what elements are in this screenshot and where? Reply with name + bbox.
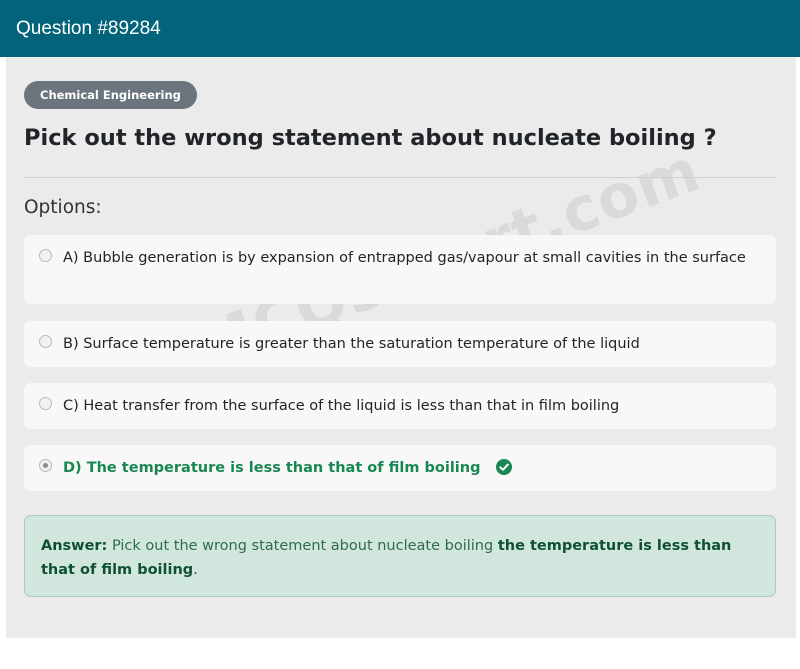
answer-end-punct: .: [193, 562, 198, 578]
option-d-radio[interactable]: [39, 459, 52, 472]
question-title: Pick out the wrong statement about nucle…: [24, 125, 717, 151]
option-c-radio[interactable]: [39, 397, 52, 410]
answer-label: Answer:: [41, 538, 108, 554]
question-card: MCQsAlert.com Chemical Engineering Pick …: [6, 57, 796, 638]
option-c-text: C) Heat transfer from the surface of the…: [63, 398, 620, 414]
option-b-radio[interactable]: [39, 335, 52, 348]
option-b-text: B) Surface temperature is greater than t…: [63, 336, 640, 352]
category-badge[interactable]: Chemical Engineering: [24, 81, 197, 109]
option-a-text: A) Bubble generation is by expansion of …: [63, 250, 746, 266]
check-circle-icon: [495, 458, 512, 475]
divider: [24, 177, 776, 178]
options-label: Options:: [24, 197, 102, 218]
option-b[interactable]: B) Surface temperature is greater than t…: [24, 321, 776, 367]
option-a-radio[interactable]: [39, 249, 52, 262]
page-header: Question #89284: [0, 0, 800, 57]
question-number-title: Question #89284: [16, 17, 161, 39]
option-d[interactable]: D) The temperature is less than that of …: [24, 445, 776, 491]
option-c[interactable]: C) Heat transfer from the surface of the…: [24, 383, 776, 429]
answer-question-text: Pick out the wrong statement about nucle…: [111, 538, 494, 554]
option-a[interactable]: A) Bubble generation is by expansion of …: [24, 235, 776, 304]
option-d-text: D) The temperature is less than that of …: [63, 460, 481, 476]
answer-box: Answer: Pick out the wrong statement abo…: [24, 515, 776, 597]
